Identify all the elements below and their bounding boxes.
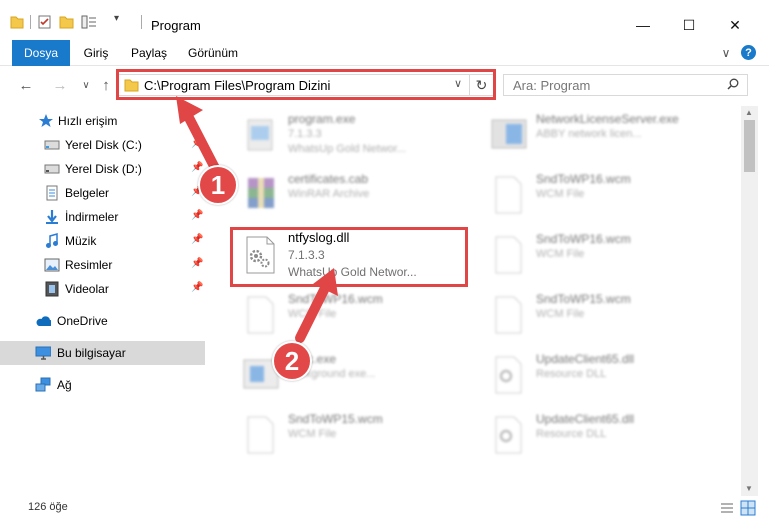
step-2-badge: 2 [272,341,312,381]
annotation-arrows [176,96,338,343]
arrow-1 [176,96,221,175]
arrow-2 [295,268,338,343]
step-1-badge: 1 [198,165,238,205]
